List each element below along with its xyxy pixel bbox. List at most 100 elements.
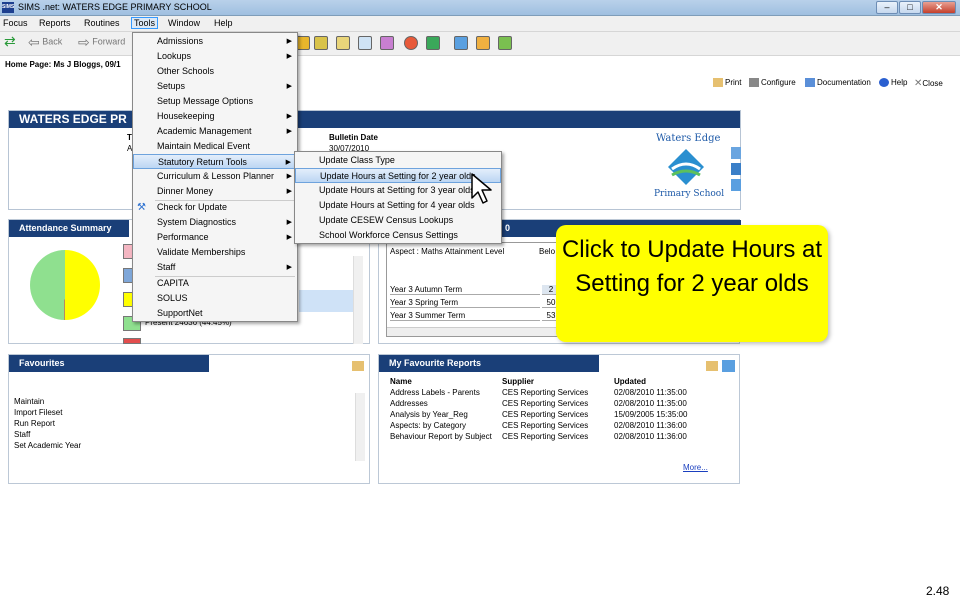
documentation-button[interactable]: Documentation (805, 78, 871, 88)
menu-item-supportnet[interactable]: SupportNet (133, 306, 297, 321)
submenu-update-class-type[interactable]: Update Class Type (295, 153, 501, 168)
logo-text-2: Primary School (654, 189, 725, 199)
instruction-callout: Click to Update Hours at Setting for 2 y… (556, 225, 828, 342)
maximize-button[interactable]: □ (899, 1, 921, 14)
favourite-item[interactable]: Maintain (14, 397, 44, 406)
print-button[interactable]: Print (713, 78, 742, 88)
submenu-school-workforce-census-settings[interactable]: School Workforce Census Settings (295, 228, 501, 243)
my-reports-title: My Favourite Reports (379, 355, 599, 372)
menu-item-lookups[interactable]: Lookups ▶ (133, 49, 297, 64)
report-supplier: CES Reporting Services (502, 410, 589, 419)
menu-item-staff[interactable]: Staff ▶ (133, 260, 297, 275)
favourite-item[interactable]: Set Academic Year (14, 441, 81, 450)
report-name: Analysis by Year_Reg (390, 410, 468, 419)
refresh-icon[interactable]: ⇄ (4, 34, 16, 48)
wrench-icon: ⚒ (137, 202, 146, 213)
tools-dropdown-menu: Admissions ▶ Lookups ▶ Other Schools Setup… (132, 32, 298, 322)
favourite-item[interactable]: Staff (14, 430, 30, 439)
toolbar-clock-icon[interactable] (404, 36, 418, 50)
toolbar-notes-icon[interactable] (336, 36, 350, 50)
menu-item-curriculum-lesson-planner[interactable]: Curriculum & Lesson Planner ▶ (133, 169, 297, 184)
menu-item-setup-message-options[interactable]: Setup Message Options (133, 94, 297, 109)
menu-item-performance[interactable]: Performance ▶ (133, 230, 297, 245)
menu-tools[interactable]: Tools (131, 17, 159, 29)
submenu-arrow-icon: ▶ (286, 128, 292, 135)
menu-item-validate-memberships[interactable]: Validate Memberships (133, 245, 297, 260)
close-page-button[interactable]: ✕Close (914, 78, 943, 89)
menu-item-label: SOLUS (157, 293, 188, 303)
menu-item-academic-management[interactable]: Academic Management ▶ (133, 124, 297, 139)
selected-row-highlight (299, 290, 359, 312)
close-window-button[interactable]: ✕ (922, 1, 956, 14)
favourite-item[interactable]: Import Fileset (14, 408, 62, 417)
toolbar-globe-icon[interactable] (476, 36, 490, 50)
submenu-update-cesew-census-lookups[interactable]: Update CESEW Census Lookups (295, 213, 501, 228)
forward-label: Forward (92, 36, 126, 47)
menu-routines[interactable]: Routines (84, 18, 120, 28)
menu-window[interactable]: Window (168, 18, 200, 28)
favourites-scrollbar[interactable] (355, 393, 365, 461)
configure-button[interactable]: Configure (749, 78, 796, 88)
report-name: Address Labels - Parents (390, 388, 480, 397)
document-icon (805, 78, 815, 88)
toolbar-copy-icon[interactable] (454, 36, 468, 50)
menu-item-check-for-update[interactable]: ⚒ Check for Update (133, 200, 297, 215)
menu-item-dinner-money[interactable]: Dinner Money ▶ (133, 184, 297, 199)
my-favourite-reports-panel: My Favourite Reports Name Supplier Updat… (378, 354, 740, 484)
report-supplier: CES Reporting Services (502, 388, 589, 397)
menu-item-setups[interactable]: Setups ▶ (133, 79, 297, 94)
submenu-arrow-icon: ▶ (286, 234, 292, 241)
help-icon (879, 78, 889, 88)
reports-expand-icon[interactable] (722, 360, 735, 372)
aspect-horizontal-scrollbar[interactable] (387, 327, 563, 336)
menu-reports[interactable]: Reports (39, 18, 71, 28)
favourite-item[interactable]: Run Report (14, 419, 55, 428)
menu-item-housekeeping[interactable]: Housekeeping ▶ (133, 109, 297, 124)
toolbar-people-icon[interactable] (296, 36, 310, 50)
banner-doc-icon-2[interactable] (731, 163, 741, 175)
back-arrow-icon: ⇦ (28, 34, 40, 50)
mouse-cursor-icon (471, 173, 492, 204)
menu-item-admissions[interactable]: Admissions ▶ (133, 34, 297, 49)
forward-button[interactable]: ⇨ Forward (78, 35, 126, 49)
help-label: Help (891, 78, 908, 87)
help-button[interactable]: Help (879, 78, 908, 88)
menu-item-label: SupportNet (157, 308, 203, 318)
banner-expand-icon[interactable] (731, 179, 741, 191)
attendance-scrollbar[interactable] (353, 256, 363, 344)
menu-focus[interactable]: Focus (3, 18, 28, 28)
toolbar-flag-icon[interactable] (498, 36, 512, 50)
back-button[interactable]: ⇦ Back (28, 34, 62, 50)
menu-item-label: Lookups (157, 51, 192, 61)
reports-print-icon[interactable] (706, 361, 718, 371)
more-link[interactable]: More... (683, 463, 708, 472)
menu-item-other-schools[interactable]: Other Schools (133, 64, 297, 79)
print-label: Print (725, 78, 742, 87)
banner-doc-icon[interactable] (731, 147, 741, 159)
menu-item-statutory-return-tools[interactable]: Statutory Return Tools ▶ (133, 154, 297, 169)
menu-item-capita[interactable]: CAPITA (133, 276, 297, 291)
menu-item-label: Statutory Return Tools (158, 157, 247, 167)
menu-item-system-diagnostics[interactable]: System Diagnostics ▶ (133, 215, 297, 230)
toolbar-edit-icon[interactable] (358, 36, 372, 50)
banner-header: WATERS EDGE PR (9, 111, 740, 128)
menu-item-label: Maintain Medical Event (157, 141, 251, 151)
report-name: Aspects: by Category (390, 421, 467, 430)
report-updated: 02/08/2010 11:36:00 (614, 421, 687, 430)
menu-help[interactable]: Help (214, 18, 233, 28)
toolbar-clipboard-icon[interactable] (314, 36, 328, 50)
favourites-print-icon[interactable] (352, 361, 364, 371)
slide-number: 2.48 (926, 584, 950, 598)
report-updated: 02/08/2010 11:36:00 (614, 432, 687, 441)
menu-item-label: Other Schools (157, 66, 215, 76)
minimize-button[interactable]: – (876, 1, 898, 14)
report-updated: 02/08/2010 11:35:00 (614, 388, 687, 397)
toolbar-book-icon[interactable] (426, 36, 440, 50)
menu-item-label: Setups (157, 81, 186, 91)
title-bar: SIMS SIMS .net: WATERS EDGE PRIMARY SCHO… (0, 0, 960, 16)
toolbar-users-icon[interactable] (380, 36, 394, 50)
submenu-arrow-icon: ▶ (286, 219, 292, 226)
menu-item-solus[interactable]: SOLUS (133, 291, 297, 306)
menu-item-label: Check for Update (157, 202, 228, 212)
menu-item-maintain-medical-event[interactable]: Maintain Medical Event (133, 139, 297, 154)
